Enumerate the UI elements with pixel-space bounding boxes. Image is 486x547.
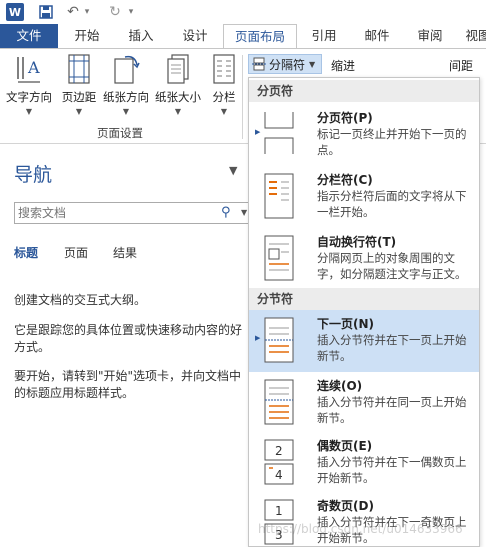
nav-tab-headings[interactable]: 标题 bbox=[14, 244, 38, 261]
odd-page-title: 奇数页(D) bbox=[317, 499, 374, 513]
margins-label: 页边距 bbox=[61, 90, 97, 104]
nav-search-box[interactable]: ⚲ ▼ bbox=[14, 202, 250, 224]
undo-dropdown-icon[interactable]: ▾ bbox=[82, 3, 92, 21]
column-break-desc: 指示分栏符后面的文字将从下一栏开始。 bbox=[317, 189, 467, 219]
undo-icon[interactable]: ↶ bbox=[64, 3, 82, 21]
save-icon[interactable] bbox=[36, 3, 56, 21]
margins-icon bbox=[68, 54, 90, 84]
redo-icon[interactable]: ↻ bbox=[106, 3, 124, 21]
breaks-label: 分隔符 bbox=[269, 57, 306, 72]
text-wrapping-icon bbox=[264, 235, 294, 281]
chevron-down-icon: ▼ bbox=[122, 107, 130, 116]
nav-help-text-3: 要开始，请转到"开始"选项卡，并向文档中的标题应用标题样式。 bbox=[14, 369, 242, 400]
title-bar: W ↶ ▾ ↻ ▾ bbox=[0, 0, 486, 24]
size-button[interactable]: 纸张大小 ▼ bbox=[152, 53, 204, 116]
orientation-label: 纸张方向 bbox=[103, 90, 149, 104]
triangle-right-icon: ▶ bbox=[255, 334, 261, 342]
nav-search-input[interactable] bbox=[15, 203, 210, 223]
page-size-icon bbox=[167, 54, 189, 84]
text-direction-label: 文字方向 bbox=[6, 90, 52, 104]
chevron-down-icon: ▼ bbox=[220, 107, 228, 116]
continuous-desc: 插入分节符并在同一页上开始新节。 bbox=[317, 395, 467, 425]
nav-help-text-1: 创建文档的交互式大纲。 bbox=[14, 293, 147, 307]
svg-text:1: 1 bbox=[275, 504, 283, 518]
tab-references[interactable]: 引用 bbox=[300, 24, 348, 48]
orientation-button[interactable]: 纸张方向 ▼ bbox=[102, 53, 150, 116]
svg-text:A: A bbox=[27, 58, 40, 77]
even-page-desc: 插入分节符并在下一偶数页上开始新节。 bbox=[317, 455, 467, 485]
svg-text:4: 4 bbox=[275, 468, 283, 482]
continuous-icon bbox=[264, 379, 294, 425]
page-break-title: 分页符(P) bbox=[317, 111, 373, 125]
svg-text:2: 2 bbox=[275, 444, 283, 458]
page-breaks-section-header: 分页符 bbox=[249, 80, 479, 102]
columns-button[interactable]: 分栏 ▼ bbox=[206, 53, 242, 116]
tab-insert[interactable]: 插入 bbox=[116, 24, 166, 48]
menu-item-page-break[interactable]: ▶ 分页符(P) 标记一页终止并开始下一页的点。 bbox=[249, 104, 479, 166]
text-direction-button[interactable]: A 文字方向 ▼ bbox=[2, 53, 56, 116]
tab-review[interactable]: 审阅 bbox=[405, 24, 455, 48]
menu-item-continuous[interactable]: 连续(O) 插入分节符并在同一页上开始新节。 bbox=[249, 372, 479, 434]
columns-icon bbox=[213, 54, 235, 84]
nav-tab-pages[interactable]: 页面 bbox=[64, 244, 88, 261]
chevron-down-icon: ▼ bbox=[75, 107, 83, 116]
redo-dropdown-icon[interactable]: ▾ bbox=[126, 3, 136, 21]
tab-mailings[interactable]: 邮件 bbox=[352, 24, 402, 48]
column-break-title: 分栏符(C) bbox=[317, 173, 373, 187]
nav-help-text-2: 它是跟踪您的具体位置或快速移动内容的好方式。 bbox=[14, 323, 243, 354]
next-page-icon bbox=[264, 317, 294, 363]
continuous-title: 连续(O) bbox=[317, 379, 363, 393]
tab-page-layout[interactable]: 页面布局 bbox=[223, 24, 297, 49]
menu-item-text-wrapping[interactable]: 自动换行符(T) 分隔网页上的对象周围的文字，如分隔题注文字与正文。 bbox=[249, 228, 479, 290]
search-icon[interactable]: ⚲ bbox=[221, 205, 231, 220]
next-page-title: 下一页(N) bbox=[317, 317, 375, 331]
text-direction-icon: A bbox=[17, 57, 40, 83]
text-wrapping-desc: 分隔网页上的对象周围的文字，如分隔题注文字与正文。 bbox=[317, 251, 467, 281]
ribbon-tabs: 文件 开始 插入 设计 页面布局 引用 邮件 审阅 视图 bbox=[0, 24, 486, 49]
indent-label: 缩进 bbox=[331, 59, 356, 73]
orientation-icon bbox=[114, 55, 140, 84]
menu-item-column-break[interactable]: 分栏符(C) 指示分栏符后面的文字将从下一栏开始。 bbox=[249, 166, 479, 228]
page-size-label: 纸张大小 bbox=[155, 90, 201, 104]
even-page-icon: 2 4 bbox=[264, 439, 294, 485]
ribbon-separator bbox=[242, 55, 243, 139]
tab-home[interactable]: 开始 bbox=[62, 24, 112, 48]
menu-item-next-page[interactable]: ▶ 下一页(N) 插入分节符并在下一页上开始新节。 bbox=[249, 310, 479, 372]
page-break-icon bbox=[264, 112, 294, 154]
breaks-menu: 分页符 ▶ 分页符(P) 标记一页终止并开始下一页的点。 分栏符(C) 指示分栏… bbox=[248, 77, 480, 547]
chevron-down-icon[interactable]: ▼ bbox=[241, 208, 247, 217]
margins-button[interactable]: 页边距 ▼ bbox=[58, 53, 100, 116]
breaks-icon bbox=[252, 57, 266, 71]
chevron-down-icon: ▼ bbox=[174, 107, 182, 116]
spacing-label: 间距 bbox=[449, 59, 474, 73]
even-page-title: 偶数页(E) bbox=[317, 439, 373, 453]
page-setup-group-label: 页面设置 bbox=[97, 126, 143, 140]
chevron-down-icon: ▼ bbox=[309, 59, 316, 69]
watermark-url: https://blog.csdn.net/u014633966 bbox=[258, 522, 463, 536]
tab-design[interactable]: 设计 bbox=[170, 24, 220, 48]
nav-pane-title: 导航 bbox=[14, 164, 53, 186]
page-break-desc: 标记一页终止并开始下一页的点。 bbox=[317, 127, 467, 157]
triangle-right-icon: ▶ bbox=[255, 128, 261, 136]
nav-tab-results[interactable]: 结果 bbox=[113, 244, 137, 261]
nav-pane-options-icon[interactable]: ▼ bbox=[229, 164, 237, 177]
tab-view[interactable]: 视图 bbox=[458, 24, 486, 48]
word-app-icon: W bbox=[6, 3, 24, 21]
menu-item-odd-page[interactable]: 1 3 奇数页(D) 插入分节符并在下一奇数页上开始新节。 bbox=[249, 492, 479, 546]
menu-item-even-page[interactable]: 2 4 偶数页(E) 插入分节符并在下一偶数页上开始新节。 bbox=[249, 432, 479, 494]
section-breaks-section-header: 分节符 bbox=[249, 288, 479, 310]
chevron-down-icon: ▼ bbox=[25, 107, 33, 116]
breaks-button[interactable]: 分隔符 ▼ bbox=[248, 54, 322, 74]
tab-file[interactable]: 文件 bbox=[0, 24, 58, 48]
text-wrapping-title: 自动换行符(T) bbox=[317, 235, 397, 249]
next-page-desc: 插入分节符并在下一页上开始新节。 bbox=[317, 333, 467, 363]
columns-label: 分栏 bbox=[212, 90, 236, 104]
column-break-icon bbox=[264, 173, 294, 219]
